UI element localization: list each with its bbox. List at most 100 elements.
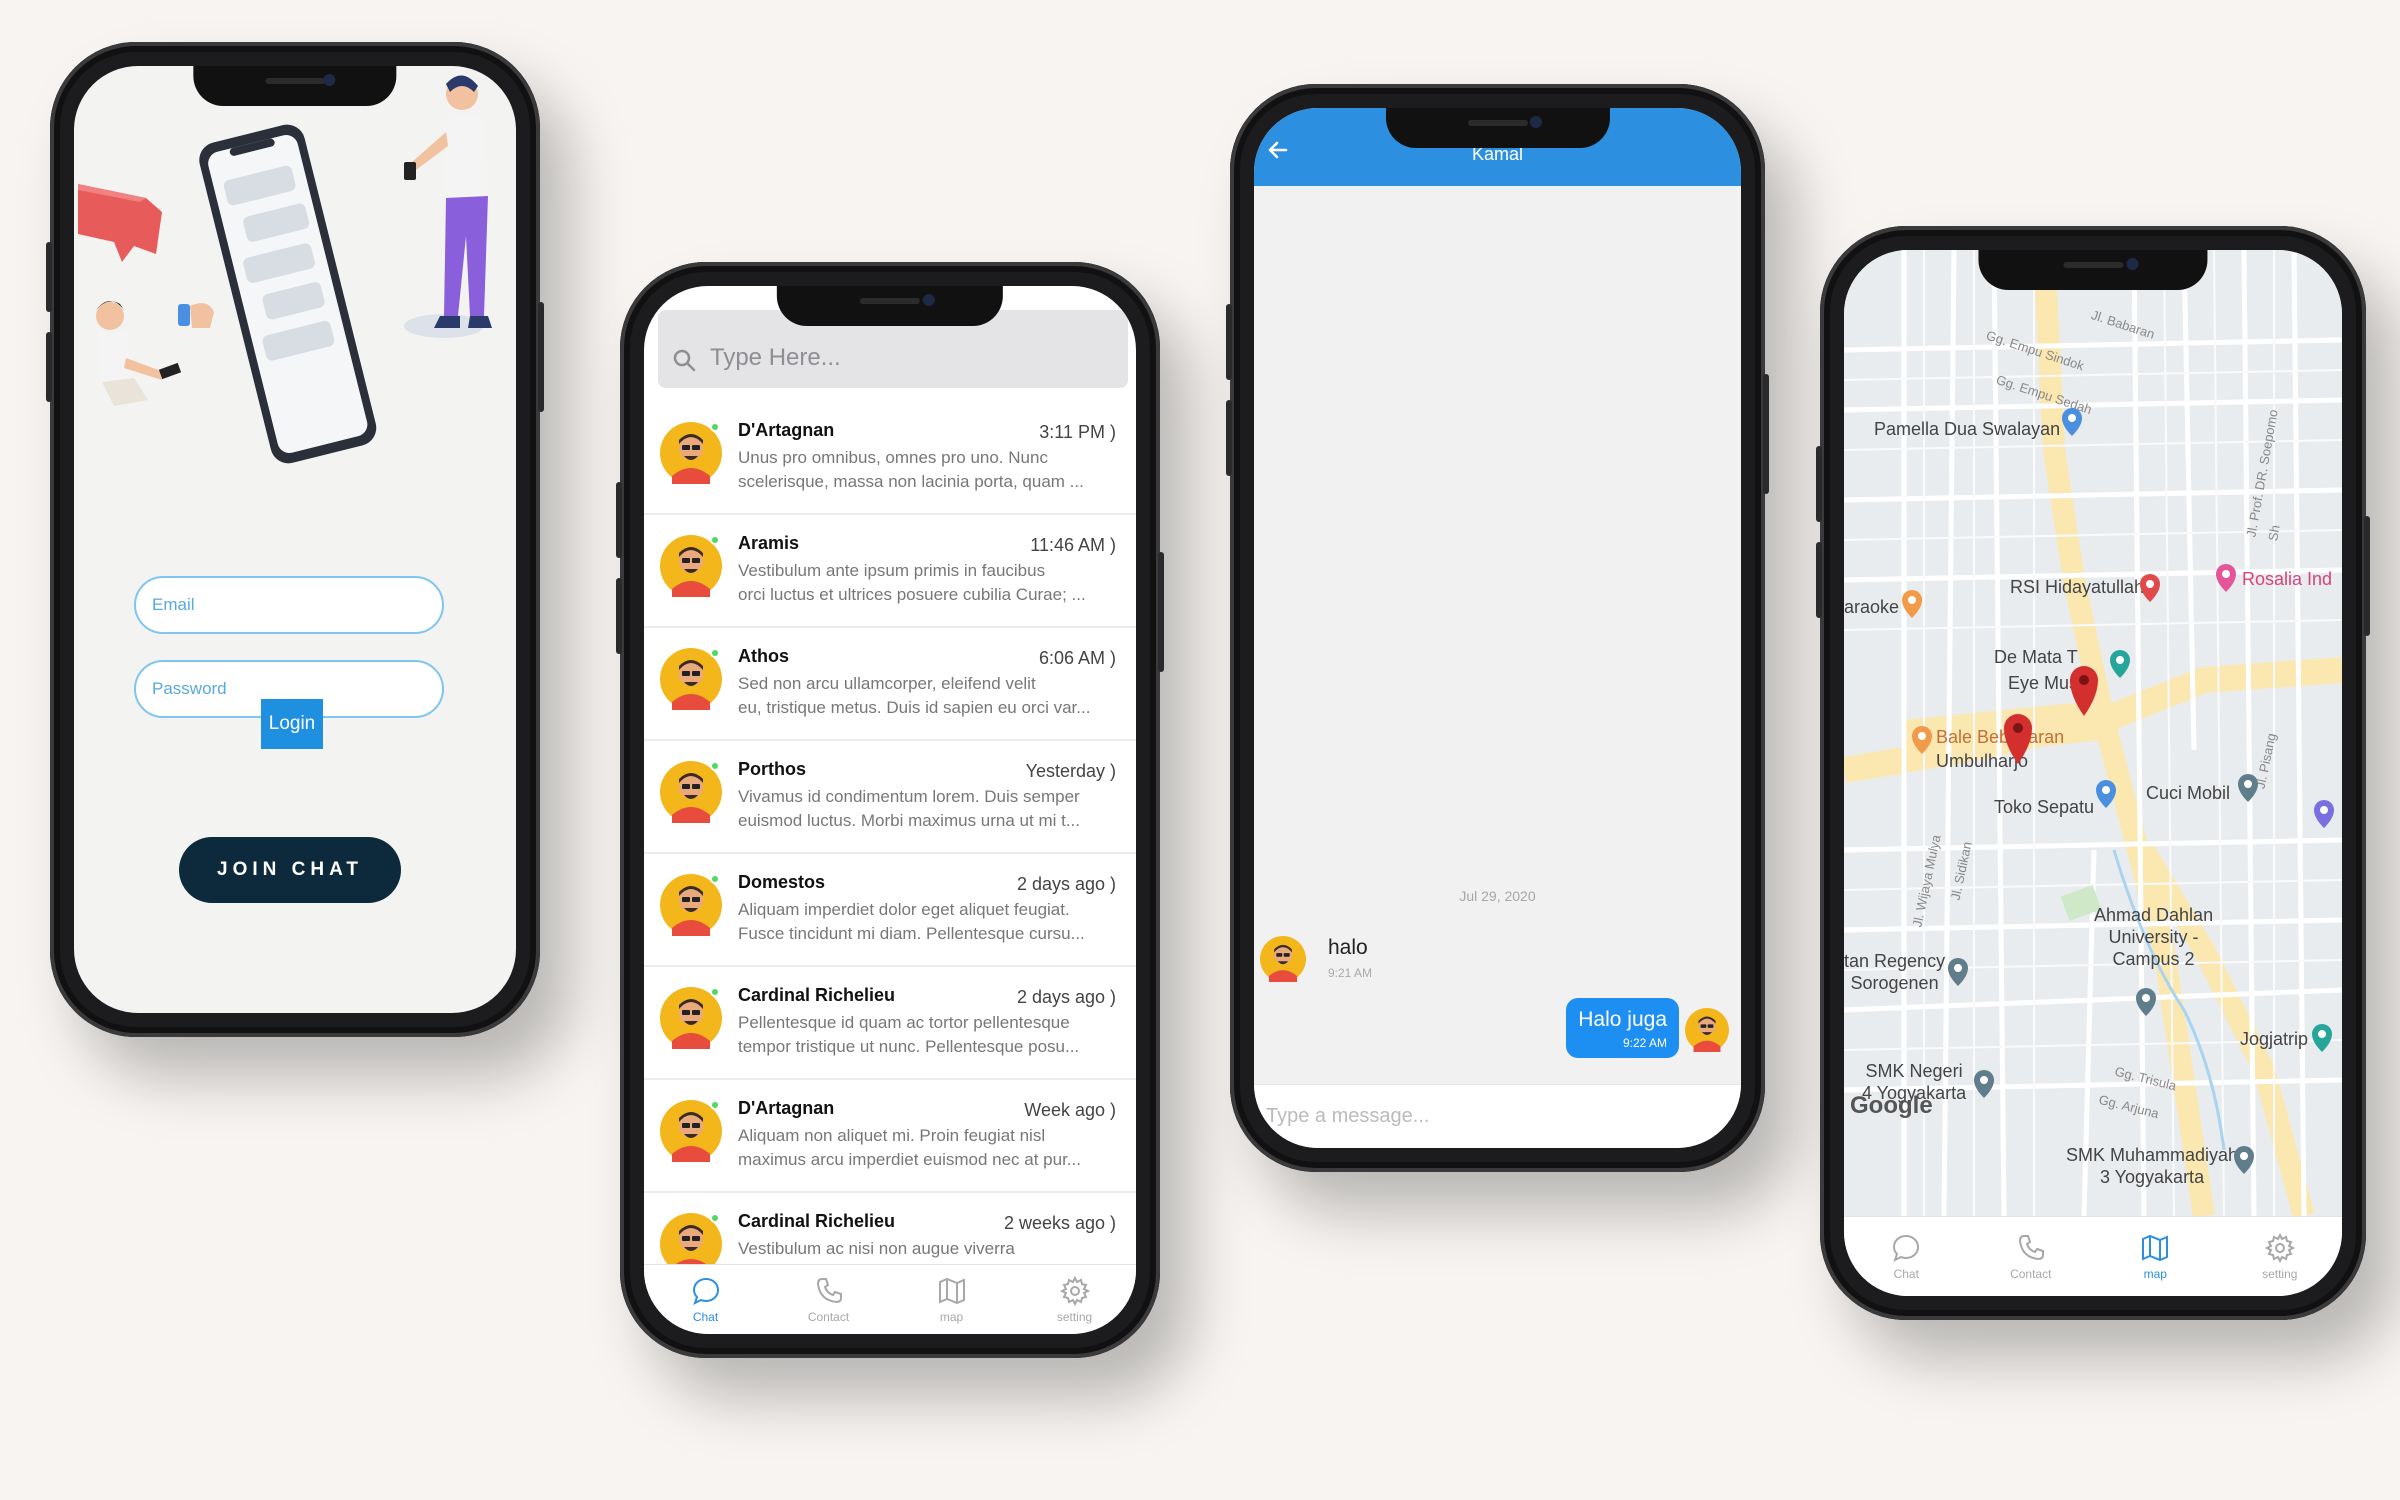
online-indicator	[710, 1213, 720, 1223]
message-time: 2 days ago )	[1016, 874, 1116, 894]
notch	[1978, 250, 2208, 290]
tab-map[interactable]: map	[2093, 1217, 2218, 1296]
chat-list-item[interactable]: Cardinal Richelieu 2 weeks ago ) Vestibu…	[644, 1193, 1136, 1264]
preview-line: Vivamus id condimentum lorem. Duis sempe…	[738, 787, 1080, 806]
chat-bubble-icon	[692, 1277, 719, 1305]
tab-label: map	[939, 1309, 964, 1324]
password-placeholder: Password	[152, 679, 227, 698]
poi-marker	[2216, 564, 2236, 592]
contact-name: Porthos	[738, 759, 807, 779]
message-input[interactable]: Type a message...	[1254, 1084, 1741, 1148]
chat-list-item[interactable]: D'Artagnan 3:11 PM ) Unus pro omnibus, o…	[644, 402, 1136, 515]
contact-name: D'Artagnan	[738, 420, 835, 440]
poi-marker	[2140, 574, 2160, 602]
poi-marker	[2110, 650, 2130, 678]
message-input-placeholder: Type a message...	[1266, 1105, 1430, 1127]
tab-setting[interactable]: setting	[2218, 1217, 2343, 1296]
power-button	[1763, 374, 1769, 494]
login-button[interactable]: Login	[261, 699, 323, 749]
online-indicator	[710, 761, 720, 771]
volume-button	[1816, 542, 1822, 618]
preview-line: euismod luctus. Morbi maximus urna ut mi…	[738, 811, 1081, 830]
online-indicator	[710, 1100, 720, 1110]
avatar	[1685, 1008, 1729, 1057]
message-time: Yesterday )	[1025, 761, 1116, 781]
online-indicator	[710, 535, 720, 545]
map-view[interactable]: Pamella Dua Swalayan RSI Hidayatullah Ro…	[1844, 250, 2342, 1216]
avatar	[660, 535, 722, 602]
tab-label: Contact	[2010, 1266, 2052, 1281]
chat-list-item[interactable]: D'Artagnan Week ago ) Aliquam non alique…	[644, 1080, 1136, 1193]
tab-label: Contact	[807, 1309, 850, 1324]
login-screen: Email Password Login JOIN CHAT	[74, 66, 516, 1013]
outgoing-message-bubble[interactable]: Halo juga 9:22 AM	[1566, 998, 1679, 1058]
chat-list-screen: Type Here... D'Artagnan 3:11 PM ) Unus p…	[644, 286, 1136, 1334]
tab-label: map	[2143, 1266, 2167, 1281]
volume-button	[1816, 446, 1822, 522]
map-phone: Pamella Dua Swalayan RSI Hidayatullah Ro…	[1816, 226, 2370, 1320]
avatar	[660, 987, 722, 1054]
poi-marker	[1974, 1070, 1994, 1098]
preview-line: orci luctus et ultrices posuere cubilia …	[738, 585, 1086, 604]
gear-icon	[2264, 1232, 2295, 1263]
message-time: 2 days ago )	[1016, 987, 1116, 1007]
contact-name: D'Artagnan	[738, 1098, 835, 1118]
online-indicator	[710, 987, 720, 997]
notch	[193, 66, 397, 106]
preview-line: Pellentesque id quam ac tortor pellentes…	[738, 1013, 1070, 1032]
join-chat-button[interactable]: JOIN CHAT	[179, 837, 401, 903]
power-button	[2364, 516, 2370, 636]
message-time: 9:21 AM	[1328, 966, 1373, 980]
search-placeholder: Type Here...	[710, 344, 841, 371]
chat-list-phone: Type Here... D'Artagnan 3:11 PM ) Unus p…	[616, 262, 1164, 1358]
preview-line: Aliquam non aliquet mi. Proin feugiat ni…	[738, 1126, 1046, 1145]
preview-line: Fusce tincidunt mi diam. Pellentesque cu…	[738, 924, 1085, 943]
tab-contact[interactable]: Contact	[1969, 1217, 2094, 1296]
tab-chat[interactable]: Chat	[644, 1265, 767, 1334]
volume-button	[46, 332, 52, 402]
tab-map[interactable]: map	[890, 1265, 1013, 1334]
online-indicator	[710, 422, 720, 432]
volume-button	[1226, 400, 1232, 476]
avatar	[660, 422, 722, 489]
chat-list-item[interactable]: Athos 6:06 AM ) Sed non arcu ullamcorper…	[644, 628, 1136, 741]
message-time: 9:22 AM	[1622, 1036, 1667, 1050]
message-preview: Unus pro omnibus, omnes pro uno. Nunc sce…	[738, 446, 1116, 494]
notch	[1385, 108, 1610, 148]
location-pin	[2070, 666, 2098, 716]
contact-name: Cardinal Richelieu	[738, 985, 896, 1005]
avatar	[660, 1100, 722, 1167]
tab-label: setting	[2262, 1266, 2298, 1281]
avatar	[660, 761, 722, 828]
chat-illustration	[78, 75, 492, 464]
map-icon	[938, 1277, 965, 1304]
contact-name: Domestos	[738, 872, 826, 892]
tab-contact[interactable]: Contact	[767, 1265, 890, 1334]
message-preview: Sed non arcu ullamcorper, eleifend velit…	[738, 672, 1116, 720]
tab-label: Chat	[692, 1309, 719, 1324]
incoming-message-bubble[interactable]: halo 9:21 AM	[1316, 926, 1385, 990]
message-preview: Aliquam non aliquet mi. Proin feugiat ni…	[738, 1124, 1116, 1172]
poi-marker	[2062, 408, 2082, 436]
online-indicator	[710, 648, 720, 658]
chat-list-item[interactable]: Aramis 11:46 AM ) Vestibulum ante ipsum …	[644, 515, 1136, 628]
volume-button	[616, 578, 622, 654]
tab-setting[interactable]: setting	[1013, 1265, 1136, 1334]
online-indicator	[710, 874, 720, 884]
chat-list-item[interactable]: Cardinal Richelieu 2 days ago ) Pellente…	[644, 967, 1136, 1080]
email-field[interactable]: Email	[134, 576, 444, 634]
power-button	[538, 302, 544, 412]
power-button	[1158, 552, 1164, 672]
tab-label: setting	[1056, 1309, 1093, 1324]
preview-line: Vestibulum ante ipsum primis in faucibus	[738, 561, 1046, 580]
phone-illustration	[199, 124, 377, 464]
tab-chat[interactable]: Chat	[1844, 1217, 1969, 1296]
message-preview: Pellentesque id quam ac tortor pellentes…	[738, 1011, 1116, 1059]
conversation-screen: Kamal Jul 29, 2020 halo 9:21 AM Halo jug…	[1254, 108, 1741, 1148]
avatar-icon	[1685, 1008, 1729, 1052]
chat-list-item[interactable]: Porthos Yesterday ) Vivamus id condiment…	[644, 741, 1136, 854]
login-phone: Email Password Login JOIN CHAT	[46, 42, 544, 1037]
chat-list-item[interactable]: Domestos 2 days ago ) Aliquam imperdiet …	[644, 854, 1136, 967]
google-logo: Google	[1850, 1092, 1933, 1119]
message-time: 2 weeks ago )	[1003, 1213, 1116, 1233]
